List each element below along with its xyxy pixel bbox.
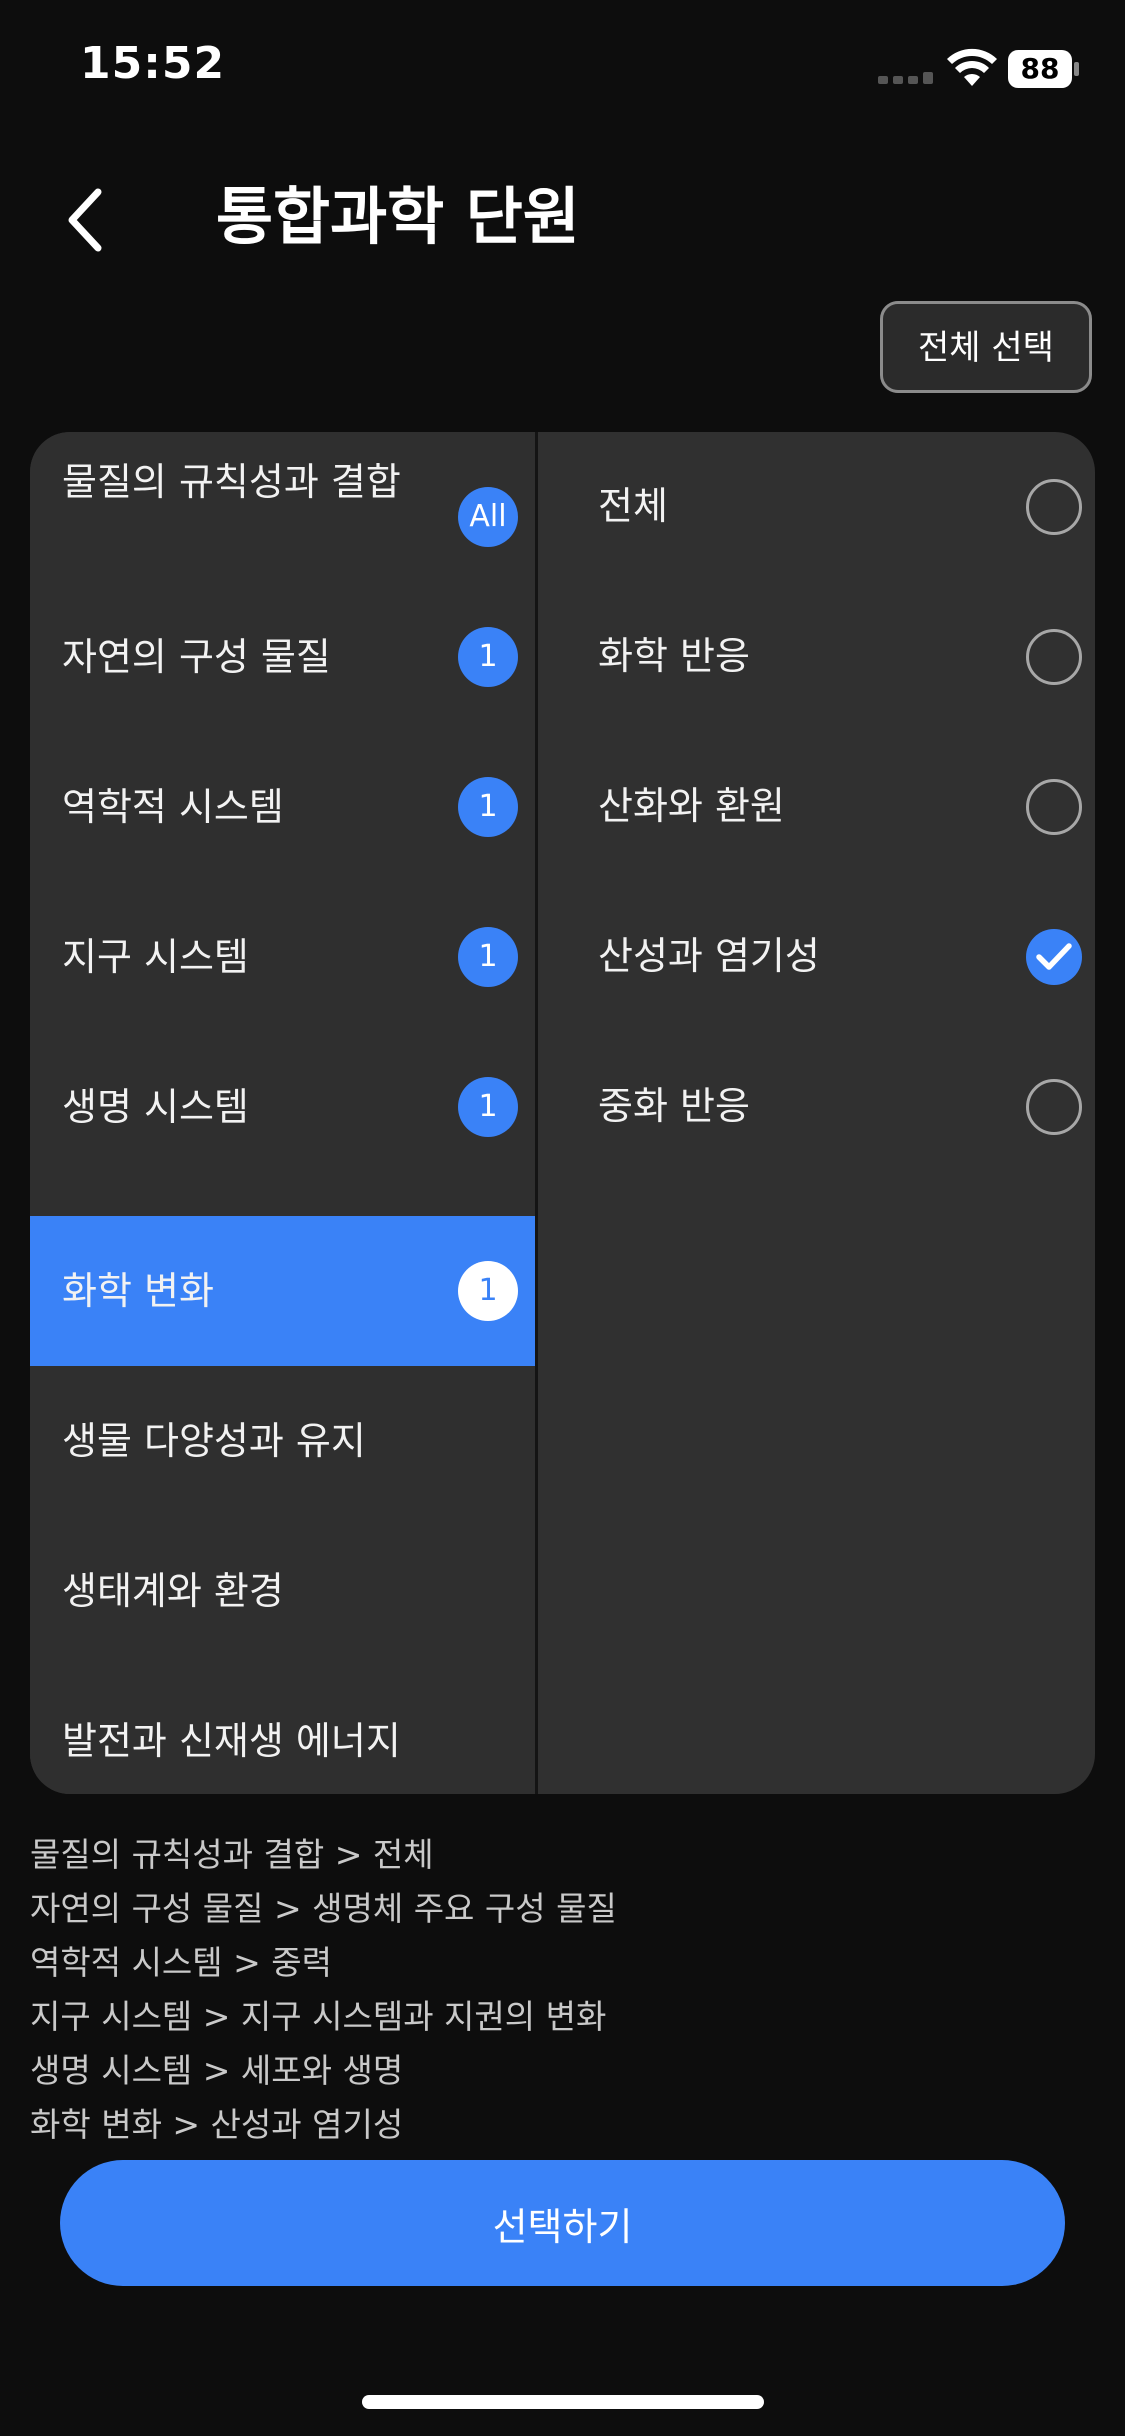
unit-badge: 1 (458, 1261, 518, 1321)
unit-label: 생명 시스템 (62, 1085, 249, 1129)
sub-label: 전체 (598, 484, 668, 528)
back-button[interactable] (50, 180, 130, 260)
unit-badge: 1 (458, 777, 518, 837)
unit-badge: 1 (458, 1077, 518, 1137)
unit-label: 화학 변화 (62, 1269, 214, 1313)
sub-label: 산성과 염기성 (598, 934, 820, 978)
unit-item-chemical-change[interactable]: 화학 변화 1 (30, 1216, 535, 1366)
unit-item-natural-materials[interactable]: 자연의 구성 물질 1 (30, 582, 535, 732)
summary-line: 물질의 규칙성과 결합 > 전체 (30, 1835, 434, 1874)
cellular-signal-icon (878, 72, 933, 84)
header: 통합과학 단원 (0, 150, 1125, 280)
sub-label: 화학 반응 (598, 634, 750, 678)
confirm-button[interactable]: 선택하기 (60, 2160, 1065, 2286)
status-bar: 15:52 88 (0, 0, 1125, 130)
unit-label: 물질의 규칙성과 결합 (62, 460, 401, 504)
sub-label: 중화 반응 (598, 1084, 750, 1128)
sub-item-all[interactable]: 전체 (538, 432, 1095, 582)
checkmark-icon (1036, 943, 1072, 970)
summary-line: 자연의 구성 물질 > 생명체 주요 구성 물질 (30, 1889, 617, 1928)
unit-selector-panel: 물질의 규칙성과 결합 All 자연의 구성 물질 1 역학적 시스템 1 지구… (30, 432, 1095, 1794)
summary-line: 역학적 시스템 > 중력 (30, 1943, 332, 1982)
selection-summary: 물질의 규칙성과 결합 > 전체 자연의 구성 물질 > 생명체 주요 구성 물… (30, 1828, 1090, 2152)
chevron-left-icon (68, 188, 102, 252)
summary-line: 지구 시스템 > 지구 시스템과 지권의 변화 (30, 1997, 607, 2036)
unit-item-matter-regularity[interactable]: 물질의 규칙성과 결합 All (30, 432, 535, 582)
unit-badge: 1 (458, 627, 518, 687)
wifi-icon (947, 48, 997, 86)
status-time: 15:52 (80, 38, 226, 89)
unit-label: 역학적 시스템 (62, 785, 284, 829)
radio-unchecked-icon[interactable] (1026, 629, 1082, 685)
home-indicator[interactable] (362, 2395, 764, 2409)
unit-item-biodiversity[interactable]: 생물 다양성과 유지 (30, 1366, 535, 1516)
battery-icon: 88 (1008, 50, 1080, 88)
sub-item-acid-base[interactable]: 산성과 염기성 (538, 882, 1095, 1032)
radio-checked-icon[interactable] (1026, 929, 1082, 985)
unit-item-ecosystem[interactable]: 생태계와 환경 (30, 1516, 535, 1666)
unit-item-earth-system[interactable]: 지구 시스템 1 (30, 882, 535, 1032)
sub-unit-list: 전체 화학 반응 산화와 환원 산성과 염기성 중화 반응 (538, 432, 1095, 1794)
unit-label: 자연의 구성 물질 (62, 635, 331, 679)
radio-unchecked-icon[interactable] (1026, 1079, 1082, 1135)
sub-item-neutralization[interactable]: 중화 반응 (538, 1032, 1095, 1182)
summary-line: 화학 변화 > 산성과 염기성 (30, 2105, 404, 2144)
unit-label: 발전과 신재생 에너지 (62, 1719, 401, 1763)
unit-item-mechanical-system[interactable]: 역학적 시스템 1 (30, 732, 535, 882)
unit-label: 지구 시스템 (62, 935, 249, 979)
unit-list: 물질의 규칙성과 결합 All 자연의 구성 물질 1 역학적 시스템 1 지구… (30, 432, 535, 1794)
unit-item-renewable-energy[interactable]: 발전과 신재생 에너지 (30, 1666, 535, 1794)
summary-line: 생명 시스템 > 세포와 생명 (30, 2051, 404, 2090)
unit-item-life-system[interactable]: 생명 시스템 1 (30, 1032, 535, 1182)
radio-unchecked-icon[interactable] (1026, 779, 1082, 835)
radio-unchecked-icon[interactable] (1026, 479, 1082, 535)
unit-label: 생물 다양성과 유지 (62, 1419, 366, 1463)
sub-label: 산화와 환원 (598, 784, 785, 828)
select-all-button[interactable]: 전체 선택 (880, 301, 1092, 393)
sub-item-chemical-reaction[interactable]: 화학 반응 (538, 582, 1095, 732)
page-title: 통합과학 단원 (216, 180, 580, 253)
unit-badge: 1 (458, 927, 518, 987)
unit-label: 생태계와 환경 (62, 1569, 284, 1613)
sub-item-redox[interactable]: 산화와 환원 (538, 732, 1095, 882)
unit-badge: All (458, 487, 518, 547)
battery-level: 88 (1020, 52, 1060, 85)
